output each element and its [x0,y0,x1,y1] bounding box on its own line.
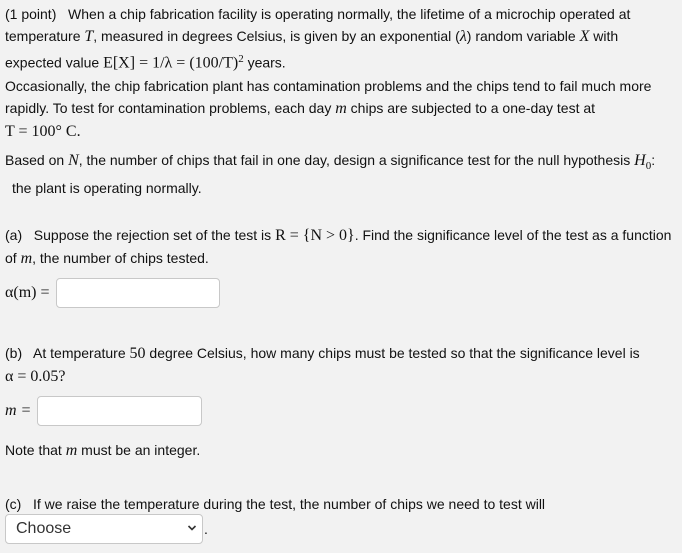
temperature-effect-select[interactable]: Choose [5,514,203,544]
part-a-question: (a) Suppose the rejection set of the tes… [5,227,672,267]
integer-note: Note that m must be an integer. [5,442,201,459]
var-T: T [84,28,94,45]
expected-value-formula: E[X] = 1/λ = (100/T) [103,54,239,72]
part-a-answer-row: α(m) = [5,278,220,308]
problem-intro: (1 point) When a chip fabrication facili… [5,6,631,72]
alpha-m-input[interactable] [55,278,220,308]
part-c-question: (c) If we raise the temperature during t… [5,496,546,512]
part-c-answer-row: Choose . [5,514,208,544]
select-value: Choose [16,520,72,537]
test-temperature: T = 100° C. [5,123,81,140]
chevron-down-icon [187,525,197,531]
problem-context: Occasionally, the chip fabrication plant… [5,78,652,140]
part-b-answer-row: m = [5,396,203,426]
m-label: m = [5,402,32,419]
part-b-question: (b) At temperature 50 degree Celsius, ho… [5,345,640,385]
m-input[interactable] [37,396,203,426]
alpha-m-label: α(m) = [5,284,50,301]
hypothesis-statement: Based on N, the number of chips that fai… [5,152,656,196]
points-label: (1 point) [5,6,57,22]
